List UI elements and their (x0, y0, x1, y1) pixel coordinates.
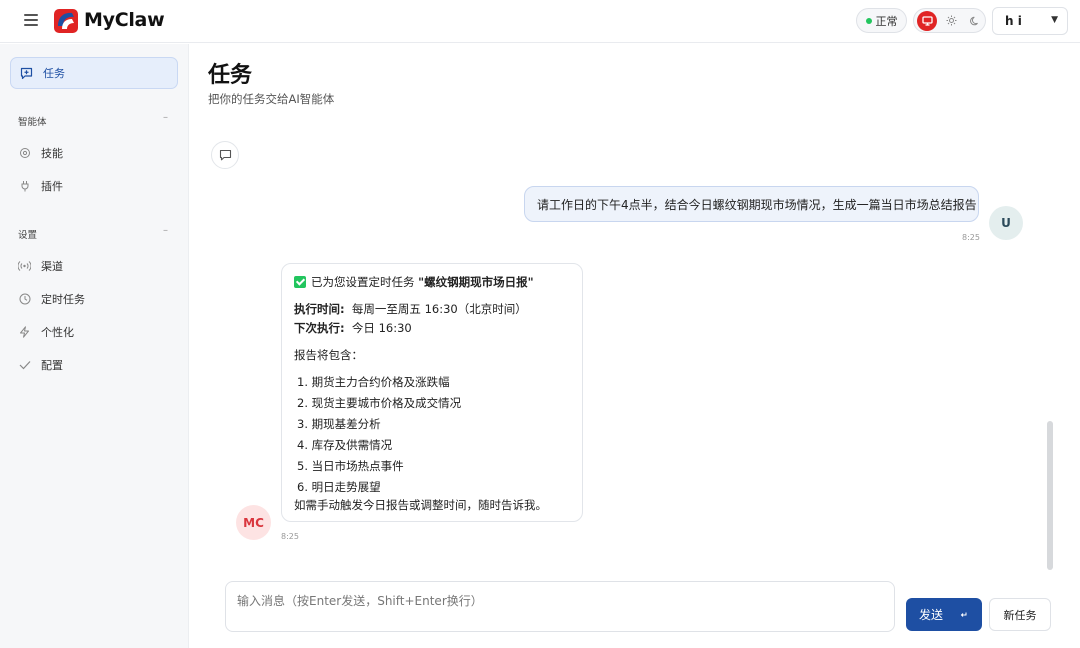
theme-switcher (913, 8, 986, 33)
monitor-icon (921, 15, 933, 26)
collapse-settings-toggle[interactable]: – (163, 225, 168, 236)
sidebar-item-label: 个性化 (41, 326, 74, 339)
assistant-avatar: MC (236, 505, 271, 540)
list-item: 2. 现货主要城市价格及成交情况 (297, 396, 462, 410)
exec-time-label: 执行时间: (294, 302, 345, 316)
sidebar-item-skills[interactable]: 技能 (18, 143, 63, 163)
top-bar: MyClaw 正常 h i ▼ (0, 0, 1080, 43)
checkbox-checked-icon (294, 276, 306, 288)
sidebar-item-label: 定时任务 (41, 293, 85, 306)
exec-time-value: 每周一至周五 16:30（北京时间） (351, 302, 527, 316)
clock-icon (18, 293, 31, 306)
status-dot-icon (865, 17, 872, 24)
gear-icon (18, 147, 31, 160)
sidebar-item-scheduled-tasks[interactable]: 定时任务 (18, 289, 85, 309)
list-item: 4. 库存及供需情况 (297, 438, 393, 452)
task-name: "螺纹钢期现市场日报" (418, 275, 534, 289)
sidebar-item-plugins[interactable]: 插件 (18, 176, 63, 196)
logo-icon (54, 9, 78, 33)
caret-down-icon: ▼ (1051, 15, 1058, 25)
user-message: 请工作日的下午4点半，结合今日螺纹钢期现市场情况，生成一篇当日市场总结报告 (524, 186, 979, 222)
send-label: 发送 (919, 608, 944, 622)
moon-icon (970, 16, 978, 25)
chat-bubble-icon (219, 149, 231, 161)
new-task-button[interactable]: 新任务 (989, 598, 1051, 631)
sidebar-item-channels[interactable]: 渠道 (18, 256, 63, 276)
list-item: 3. 期现基差分析 (297, 417, 381, 431)
assistant-message: 已为您设置定时任务 "螺纹钢期现市场日报" 执行时间: 每周一至周五 16:30… (281, 263, 583, 522)
message-plus-icon (20, 67, 33, 80)
page-title: 任务 (208, 63, 253, 88)
next-run-value: 今日 16:30 (351, 321, 412, 335)
user-avatar: U (989, 206, 1023, 240)
section-agent-heading: 智能体 (18, 117, 47, 128)
light-theme-button[interactable] (941, 11, 961, 31)
sidebar-item-label: 配置 (41, 359, 63, 372)
sun-icon (946, 15, 956, 26)
task-confirmation: 已为您设置定时任务 "螺纹钢期现市场日报" (294, 274, 534, 290)
message-timestamp: 8:25 (962, 233, 980, 242)
app-name: MyClaw (84, 9, 165, 31)
report-intro: 报告将包含： (294, 348, 363, 362)
sidebar-item-tasks[interactable]: 任务 (10, 57, 178, 89)
exec-time-row: 执行时间: 每周一至周五 16:30（北京时间） (294, 301, 527, 317)
list-item: 6. 明日走势展望 (297, 480, 381, 494)
status-badge: 正常 (856, 8, 907, 33)
sidebar-item-label: 技能 (41, 147, 63, 160)
sidebar: 任务 智能体 – 技能 插件 设置 – 渠道 定时任务 个性化 配置 (0, 44, 189, 648)
conversation-button[interactable] (211, 141, 239, 169)
page-subtitle: 把你的任务交给AI智能体 (208, 92, 335, 106)
dark-theme-button[interactable] (965, 11, 985, 31)
next-run-label: 下次执行: (294, 321, 345, 335)
scrollbar-thumb[interactable] (1047, 421, 1053, 570)
sidebar-item-label: 渠道 (41, 260, 63, 273)
hamburger-menu-icon[interactable] (24, 14, 38, 26)
lightning-icon (18, 326, 31, 339)
sidebar-item-config[interactable]: 配置 (18, 355, 63, 375)
status-label: 正常 (875, 14, 898, 28)
plug-icon (18, 180, 31, 193)
message-timestamp: 8:25 (281, 532, 299, 541)
list-item: 1. 期货主力合约价格及涨跌幅 (297, 375, 450, 389)
footer-note: 如需手动触发今日报告或调整时间，随时告诉我。 (294, 498, 547, 512)
check-icon (18, 359, 31, 372)
confirmation-text: 已为您设置定时任务 (311, 275, 415, 289)
broadcast-icon (18, 260, 31, 273)
message-input[interactable] (225, 581, 895, 632)
sidebar-item-personalize[interactable]: 个性化 (18, 322, 74, 342)
enter-key-icon (960, 612, 967, 617)
user-menu-button[interactable]: h i ▼ (992, 7, 1068, 35)
sidebar-item-label: 任务 (43, 67, 65, 80)
monitor-theme-button[interactable] (917, 10, 937, 31)
section-settings-heading: 设置 (18, 230, 38, 241)
collapse-agent-toggle[interactable]: – (163, 112, 168, 123)
sidebar-item-label: 插件 (41, 180, 63, 193)
next-run-row: 下次执行: 今日 16:30 (294, 320, 412, 336)
list-item: 5. 当日市场热点事件 (297, 459, 404, 473)
user-name: h i (1005, 14, 1022, 28)
send-button[interactable]: 发送 (906, 598, 982, 631)
